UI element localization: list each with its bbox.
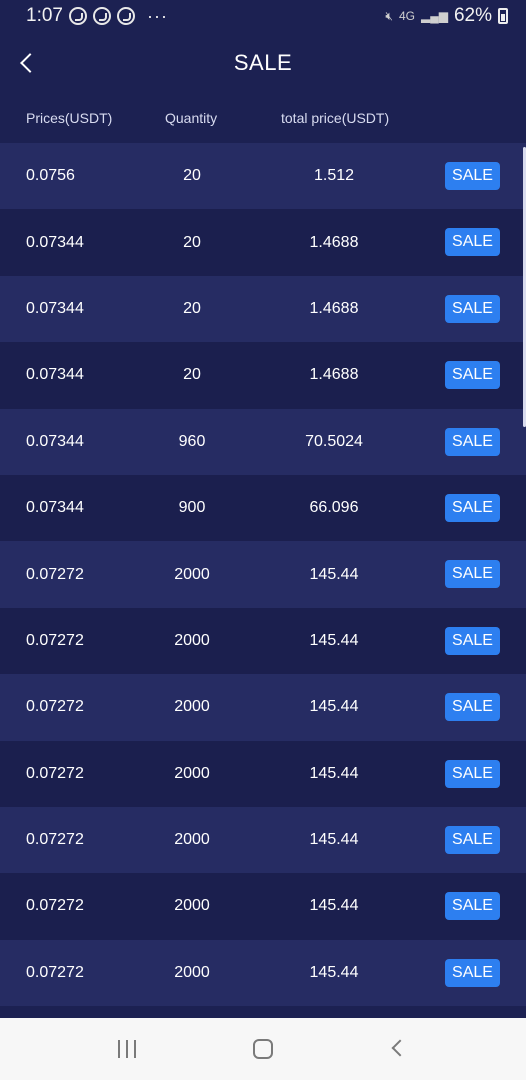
table-row: 0.07272 2000 145.44 SALE	[0, 541, 526, 608]
table-row: 0.07272 2000 145.44 SALE	[0, 806, 526, 874]
network-type: 4G	[398, 9, 415, 23]
row-quantity: 2000	[174, 831, 210, 849]
row-price: 0.0756	[26, 167, 75, 185]
page-header: SALE	[0, 40, 526, 88]
row-total: 145.44	[309, 897, 359, 915]
table-row: 0.07344 20 1.4688 SALE	[0, 209, 526, 276]
row-price: 0.07344	[26, 299, 84, 317]
table-row: 0.07344 900 66.096 SALE	[0, 474, 526, 542]
sale-button[interactable]: SALE	[445, 427, 500, 456]
sale-button[interactable]: SALE	[445, 162, 500, 190]
nav-back-icon	[391, 1039, 409, 1057]
row-total: 145.44	[309, 565, 359, 583]
status-time: 1:07	[26, 5, 63, 26]
row-total: 145.44	[309, 831, 359, 849]
row-total: 66.096	[309, 499, 359, 517]
sale-button[interactable]: SALE	[445, 361, 500, 390]
column-headers: Prices(USDT) Quantity total price(USDT)	[0, 110, 526, 132]
row-quantity: 2000	[174, 764, 210, 782]
row-quantity: 2000	[174, 631, 210, 649]
row-price: 0.07272	[26, 963, 84, 981]
row-total: 145.44	[309, 631, 359, 649]
row-total: 70.5024	[305, 432, 363, 450]
column-header-total: total price(USDT)	[281, 110, 390, 126]
recents-icon	[117, 1040, 138, 1058]
home-button[interactable]	[239, 1029, 287, 1069]
battery-percent: 62%	[453, 5, 492, 26]
orders-table: 0.0756 20 1.512 SALE 0.07344 20 1.4688 SALE 0.07…	[0, 143, 526, 1007]
row-total: 145.44	[309, 698, 359, 716]
row-total: 1.4688	[309, 366, 359, 384]
viber-icon	[92, 7, 111, 25]
row-price: 0.07344	[26, 499, 84, 517]
column-header-quantity: Quantity	[165, 110, 218, 126]
row-price: 0.07272	[26, 831, 84, 849]
sale-button[interactable]: SALE	[445, 825, 500, 854]
row-quantity: 2000	[174, 565, 210, 583]
viber-icon	[116, 7, 135, 25]
row-total: 1.4688	[309, 233, 359, 251]
row-quantity: 2000	[174, 897, 210, 915]
row-quantity: 2000	[174, 963, 210, 981]
row-quantity: 20	[183, 233, 201, 251]
row-quantity: 20	[183, 299, 201, 317]
signal-icon: ▂▄▆	[421, 9, 448, 23]
status-bar: 1:07 ··· 🔇︎ 4G ▂▄▆ 62%	[0, 0, 526, 32]
row-quantity: 960	[178, 432, 206, 450]
row-quantity: 900	[178, 499, 206, 517]
row-price: 0.07272	[26, 764, 84, 782]
row-total: 1.4688	[309, 299, 359, 317]
table-row: 0.07344 20 1.4688 SALE	[0, 275, 526, 343]
sale-button[interactable]: SALE	[445, 493, 500, 522]
table-row: 0.07344 960 70.5024 SALE	[0, 408, 526, 475]
home-icon	[252, 1039, 273, 1059]
system-nav-bar	[0, 1018, 526, 1080]
row-price: 0.07344	[26, 432, 84, 450]
mute-icon: 🔇︎	[385, 8, 393, 23]
sale-button[interactable]: SALE	[445, 294, 500, 323]
sale-button[interactable]: SALE	[445, 693, 500, 722]
sale-button[interactable]: SALE	[445, 759, 500, 788]
row-total: 145.44	[309, 764, 359, 782]
sale-button[interactable]: SALE	[445, 892, 500, 921]
table-row: 0.07272 2000 145.44 SALE	[0, 939, 526, 1007]
column-header-price: Prices(USDT)	[26, 110, 113, 126]
row-price: 0.07272	[26, 897, 84, 915]
sale-button[interactable]: SALE	[445, 958, 500, 987]
row-total: 145.44	[309, 963, 359, 981]
row-quantity: 2000	[174, 698, 210, 716]
row-quantity: 20	[183, 167, 201, 185]
nav-back-button[interactable]	[374, 1029, 422, 1069]
table-row: 0.07272 2000 145.44 SALE	[0, 873, 526, 940]
more-notifications-icon: ···	[146, 5, 168, 26]
battery-icon	[498, 8, 508, 24]
row-price: 0.07272	[26, 698, 84, 716]
recents-button[interactable]	[104, 1029, 152, 1069]
row-total: 1.512	[313, 167, 355, 185]
table-row: 0.07344 20 1.4688 SALE	[0, 342, 526, 409]
table-row: 0.07272 2000 145.44 SALE	[0, 740, 526, 807]
row-price: 0.07272	[26, 565, 84, 583]
row-price: 0.07344	[26, 366, 84, 384]
page-title: SALE	[233, 50, 293, 75]
table-row: 0.0756 20 1.512 SALE	[0, 143, 526, 210]
table-row: 0.07272 2000 145.44 SALE	[0, 607, 526, 675]
viber-icon	[68, 7, 87, 25]
row-quantity: 20	[183, 366, 201, 384]
row-price: 0.07344	[26, 233, 84, 251]
sale-button[interactable]: SALE	[445, 560, 500, 589]
sale-button[interactable]: SALE	[445, 626, 500, 655]
table-row: 0.07272 2000 145.44 SALE	[0, 674, 526, 741]
row-price: 0.07272	[26, 631, 84, 649]
sale-button[interactable]: SALE	[445, 228, 500, 257]
